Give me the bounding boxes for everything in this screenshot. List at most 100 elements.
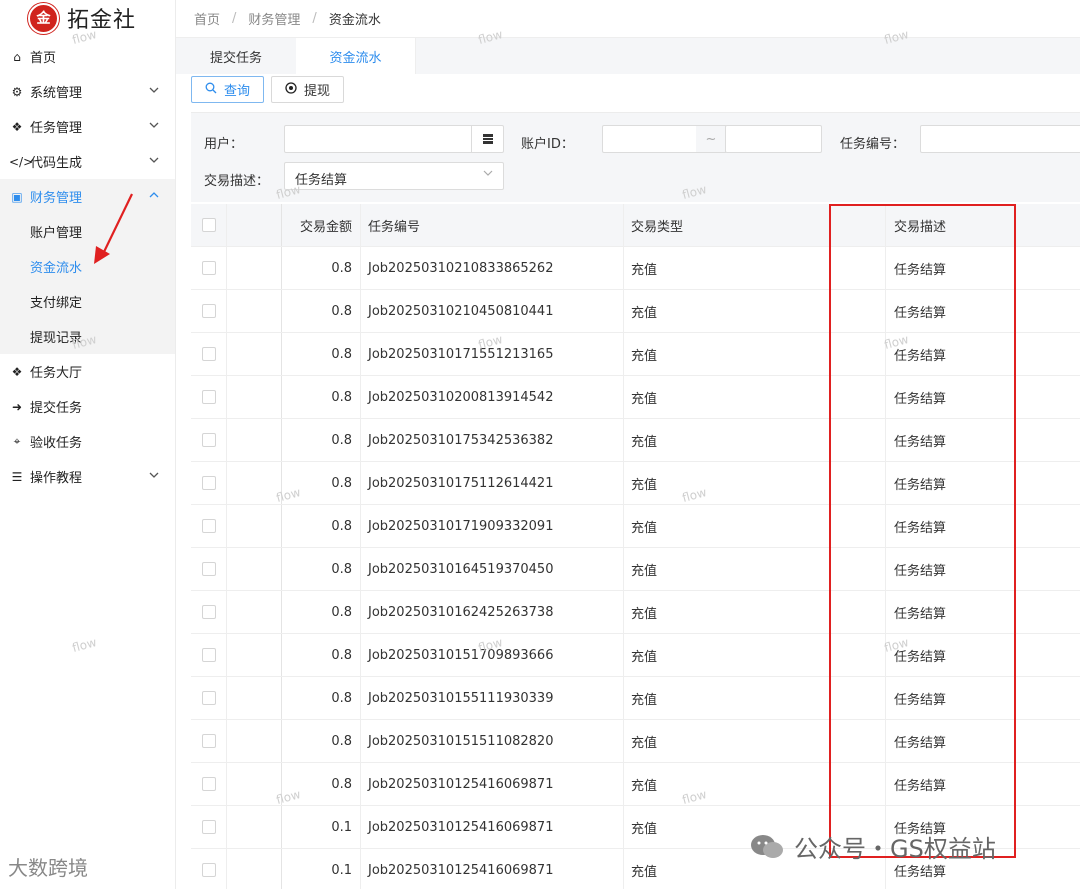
- withdraw-button[interactable]: 提现: [271, 76, 345, 103]
- user-label: 用户：: [204, 137, 244, 152]
- row-checkbox[interactable]: [201, 562, 216, 576]
- amount-cell: 0.8: [282, 333, 361, 375]
- row-checkbox[interactable]: [201, 519, 216, 533]
- row-checkbox[interactable]: [201, 648, 216, 662]
- amount-cell: 0.1: [282, 849, 361, 889]
- row-checkbox[interactable]: [201, 863, 216, 877]
- table-row[interactable]: 0.8 Job20250310162425263738 充值 任务结算: [191, 591, 1080, 634]
- column-header-type[interactable]: 交易类型: [624, 204, 886, 246]
- table-row[interactable]: 0.8 Job20250310210450810441 充值 任务结算: [191, 290, 1080, 333]
- rest-cell: [1036, 247, 1080, 289]
- row-checkbox[interactable]: [201, 476, 216, 490]
- job-id-cell: Job20250310175342536382: [361, 419, 624, 461]
- cubes-icon: ❖: [11, 119, 23, 134]
- sidebar-item[interactable]: ⌂ 首页: [0, 39, 175, 74]
- table-row[interactable]: 0.8 Job20250310175112614421 充值 任务结算: [191, 462, 1080, 505]
- withdraw-button-label: 提现: [304, 84, 331, 99]
- table-row[interactable]: 0.1 Job20250310125416069871 充值 任务结算: [191, 806, 1080, 849]
- table-row[interactable]: 0.8 Job20250310164519370450 充值 任务结算: [191, 548, 1080, 591]
- sidebar-item[interactable]: ⌖ 验收任务: [0, 424, 175, 459]
- job-id-cell: Job20250310162425263738: [361, 591, 624, 633]
- table-row[interactable]: 0.1 Job20250310125416069871 充值 任务结算: [191, 849, 1080, 889]
- dot-circle-icon: [285, 82, 297, 97]
- tab-bar: 提交任务 资金流水: [176, 38, 1080, 74]
- query-button[interactable]: 查询: [191, 76, 265, 103]
- column-header-amount[interactable]: 交易金额: [282, 204, 361, 246]
- table-row[interactable]: 0.8 Job20250310151511082820 充值 任务结算: [191, 720, 1080, 763]
- sidebar-item-label: 提交任务: [30, 401, 83, 416]
- table-row[interactable]: 0.8 Job20250310171551213165 充值 任务结算: [191, 333, 1080, 376]
- blank-cell: [227, 806, 282, 848]
- breadcrumb-current: 资金流水: [328, 13, 381, 28]
- submenu-item[interactable]: 资金流水: [0, 249, 175, 284]
- sidebar-item[interactable]: ➜ 提交任务: [0, 389, 175, 424]
- breadcrumb-separator: /: [312, 11, 317, 26]
- account-id-min-input[interactable]: [602, 125, 698, 153]
- row-select-cell: [191, 376, 227, 418]
- row-checkbox[interactable]: [201, 390, 216, 404]
- job-id-cell: Job20250310210833865262: [361, 247, 624, 289]
- table-row[interactable]: 0.8 Job20250310210833865262 充值 任务结算: [191, 247, 1080, 290]
- row-checkbox[interactable]: [201, 777, 216, 791]
- account-id-max-input[interactable]: [725, 125, 822, 153]
- sidebar-item[interactable]: ☰ 操作教程: [0, 459, 175, 494]
- tab-fund-flow[interactable]: 资金流水: [296, 38, 416, 74]
- row-checkbox[interactable]: [201, 433, 216, 447]
- blank-cell: [227, 720, 282, 762]
- row-checkbox[interactable]: [201, 820, 216, 834]
- blank-column-header: [227, 204, 282, 246]
- sidebar-item[interactable]: ❖ 任务大厅: [0, 354, 175, 389]
- row-select-cell: [191, 333, 227, 375]
- breadcrumb-separator: /: [232, 11, 237, 26]
- table-row[interactable]: 0.8 Job20250310151709893666 充值 任务结算: [191, 634, 1080, 677]
- sidebar-item-label: 代码生成: [30, 156, 83, 171]
- job-id-label: 任务编号：: [840, 137, 906, 152]
- user-picker-icon[interactable]: [471, 126, 503, 152]
- sidebar-item[interactable]: </> 代码生成: [0, 144, 175, 179]
- rest-cell: [1036, 806, 1080, 848]
- sidebar-item-label: 财务管理: [30, 191, 83, 206]
- sidebar-item[interactable]: ❖ 任务管理: [0, 109, 175, 144]
- tab-submit-task[interactable]: 提交任务: [176, 38, 296, 74]
- breadcrumb: 首页 / 财务管理 / 资金流水: [176, 0, 1080, 38]
- submenu-item[interactable]: 提现记录: [0, 319, 175, 354]
- row-checkbox[interactable]: [201, 261, 216, 275]
- row-select-cell: [191, 290, 227, 332]
- row-select-cell: [191, 419, 227, 461]
- description-select[interactable]: 任务结算: [284, 162, 504, 190]
- breadcrumb-home[interactable]: 首页: [194, 9, 220, 28]
- submenu-item[interactable]: 账户管理: [0, 214, 175, 249]
- blank-cell: [227, 677, 282, 719]
- job-id-cell: Job20250310125416069871: [361, 849, 624, 889]
- row-checkbox[interactable]: [201, 605, 216, 619]
- row-checkbox[interactable]: [201, 734, 216, 748]
- toolbar: 查询 提现: [191, 76, 345, 103]
- row-select-cell: [191, 634, 227, 676]
- row-checkbox[interactable]: [201, 347, 216, 361]
- description-label: 交易描述：: [204, 174, 270, 189]
- row-checkbox[interactable]: [201, 304, 216, 318]
- table-row[interactable]: 0.8 Job20250310200813914542 充值 任务结算: [191, 376, 1080, 419]
- sidebar-item[interactable]: ⚙ 系统管理: [0, 74, 175, 109]
- breadcrumb-finance[interactable]: 财务管理: [248, 9, 300, 28]
- sidebar-item[interactable]: ▣ 财务管理: [0, 179, 175, 214]
- rest-cell: [1036, 677, 1080, 719]
- row-select-cell: [191, 505, 227, 547]
- description-cell: 任务结算: [894, 864, 947, 880]
- table-row[interactable]: 0.8 Job20250310175342536382 充值 任务结算: [191, 419, 1080, 462]
- type-cell: 充值: [624, 419, 886, 461]
- user-input[interactable]: [284, 125, 504, 153]
- description-cell: 任务结算: [894, 434, 947, 450]
- column-header-description[interactable]: 交易描述: [886, 204, 1036, 246]
- select-all-checkbox[interactable]: [201, 218, 216, 232]
- table-row[interactable]: 0.8 Job20250310125416069871 充值 任务结算: [191, 763, 1080, 806]
- column-header-job-id[interactable]: 任务编号: [361, 204, 624, 246]
- table-row[interactable]: 0.8 Job20250310155111930339 充值 任务结算: [191, 677, 1080, 720]
- job-id-input[interactable]: [920, 125, 1080, 153]
- submenu-item[interactable]: 支付绑定: [0, 284, 175, 319]
- blank-cell: [227, 548, 282, 590]
- type-cell: 充值: [624, 505, 886, 547]
- table-row[interactable]: 0.8 Job20250310171909332091 充值 任务结算: [191, 505, 1080, 548]
- sidebar: 金 拓金社 ⌂ 首页 ⚙ 系统管理 ❖ 任务管理 </> 代码生成 ▣ 财务管理 账户管理 资金流水支…: [0, 0, 176, 889]
- row-checkbox[interactable]: [201, 691, 216, 705]
